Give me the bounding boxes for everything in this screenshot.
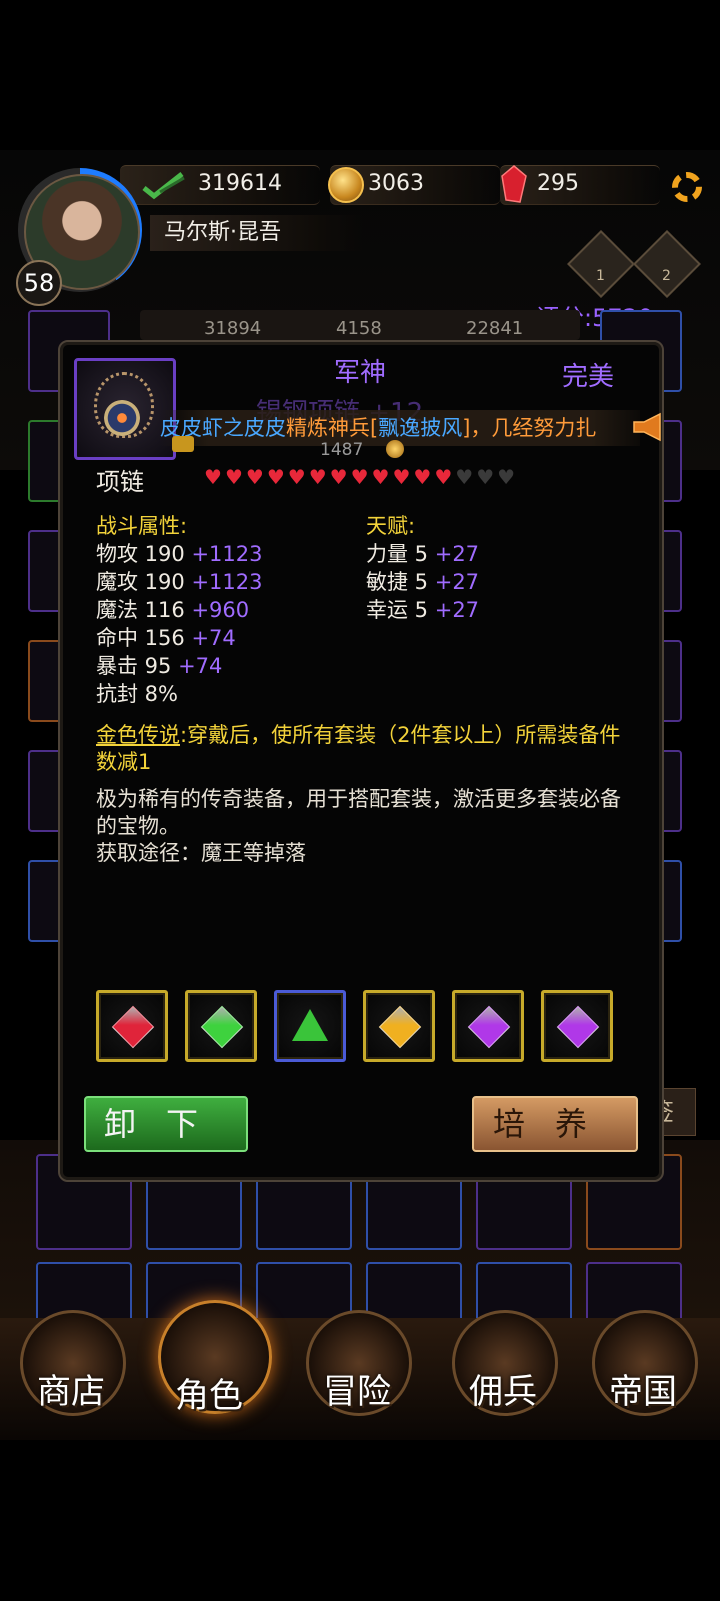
nav-label-1[interactable]: 角色 [154,1368,264,1417]
yellow-gem-icon [378,1005,422,1049]
green-gem-icon [200,1005,244,1049]
rank-badge-2-label: 2 [662,268,671,284]
enhance-hearts: ♥ ♥ ♥ ♥ ♥ ♥ ♥ ♥ ♥ ♥ ♥ ♥ ♥ ♥ ♥ [204,466,515,488]
player-level: 58 [16,260,62,306]
talent-stat-bonus: +27 [428,598,480,622]
combat-stat-row: 抗封 8% [96,680,262,708]
talent-stat-row: 敏捷 5 +27 [366,568,479,596]
heart-filled-icon: ♥ [392,465,411,489]
gem-socket[interactable] [452,990,524,1062]
gear-icon[interactable] [672,172,702,202]
talent-stat-label: 幸运 5 [366,598,429,622]
combat-stat-row: 物攻 190 +1123 [96,540,262,568]
combat-stat-bonus: +1123 [184,570,263,594]
rank-badge-1-label: 1 [596,268,605,284]
heart-filled-icon: ♥ [266,465,285,489]
heart-filled-icon: ♥ [287,465,306,489]
nav-label-2[interactable]: 冒险 [302,1364,412,1413]
item-type: 项链 [96,468,144,496]
combat-stat-label: 魔攻 190 [96,570,185,594]
combat-stat-label: 抗封 8% [96,682,178,706]
gem-socket[interactable] [185,990,257,1062]
item-source: 获取途径：魔王等掉落 [96,841,306,865]
nav-label-0[interactable]: 商店 [16,1364,126,1413]
heart-empty-icon: ♥ [497,465,516,489]
gold-coin-icon [328,167,364,203]
broadcast-item: 飘逸披风 [378,416,463,440]
talent-title: 天赋: [366,514,416,538]
sword-check-icon [140,170,186,200]
purple-gem-icon [467,1005,511,1049]
talent-stat-row: 幸运 5 +27 [366,596,479,624]
necklace-pendant-icon [104,400,140,436]
heart-filled-icon: ♥ [224,465,243,489]
green-triangle-gem-icon [292,1009,328,1041]
combat-stat-label: 魔法 116 [96,598,185,622]
power-value: 319614 [198,171,282,196]
combat-stats-list: 物攻 190 +1123 魔攻 190 +1123 魔法 116 +960 命中 15… [96,540,262,708]
heart-filled-icon: ♥ [434,465,453,489]
combat-stat-bonus: +1123 [184,542,263,566]
bg-stat-2: 4158 [336,318,382,339]
heart-filled-icon: ♥ [245,465,264,489]
talent-stat-label: 力量 5 [366,542,429,566]
gem-socket[interactable] [96,990,168,1062]
megaphone-icon [632,412,666,442]
price-coin-icon [386,440,404,458]
talent-stat-bonus: +27 [428,542,480,566]
gem-socket[interactable] [274,990,346,1062]
item-quality: 完美 [562,362,615,392]
combat-stats-title: 战斗属性: [96,514,188,538]
combat-stat-bonus: +74 [171,654,223,678]
talent-stat-label: 敏捷 5 [366,570,429,594]
legend-label: 金色传说 [96,723,180,747]
gems-value: 295 [537,171,579,196]
red-gem-icon [111,1005,155,1049]
red-gem-icon [500,164,528,204]
heart-empty-icon: ♥ [455,465,474,489]
train-button[interactable]: 培养 [472,1096,638,1152]
broadcast-tail: ]，几经努力扎 [462,416,597,440]
bg-stat-1: 31894 [204,318,262,339]
combat-stat-row: 命中 156 +74 [96,624,262,652]
gem-socket[interactable] [541,990,613,1062]
heart-filled-icon: ♥ [329,465,348,489]
player-name: 马尔斯·昆吾 [150,215,364,251]
combat-stat-bonus: +960 [184,598,250,622]
combat-stat-label: 命中 156 [96,626,185,650]
heart-filled-icon: ♥ [371,465,390,489]
unequip-button[interactable]: 卸下 [84,1096,248,1152]
gem-socket[interactable] [363,990,435,1062]
gold-value: 3063 [368,171,424,196]
lock-icon [172,436,194,452]
heart-filled-icon: ♥ [204,465,222,489]
talent-stats-list: 力量 5 +27 敏捷 5 +27 幸运 5 +27 [366,540,479,624]
combat-stat-bonus: +74 [184,626,236,650]
heart-empty-icon: ♥ [476,465,495,489]
combat-stat-row: 暴击 95 +74 [96,652,262,680]
gem-sockets [96,990,626,1062]
combat-stat-label: 暴击 95 [96,654,172,678]
purple-gem-icon [556,1005,600,1049]
combat-stat-label: 物攻 190 [96,542,185,566]
item-description-block: 极为稀有的传奇装备，用于搭配套装，激活更多套装必备的宝物。 获取途径：魔王等掉落 [96,786,632,867]
heart-filled-icon: ♥ [413,465,432,489]
talent-stat-bonus: +27 [428,570,480,594]
nav-label-3[interactable]: 佣兵 [448,1364,558,1413]
heart-filled-icon: ♥ [308,465,327,489]
item-price: 1487 [320,440,364,460]
item-description: 极为稀有的传奇装备，用于搭配套装，激活更多套装必备的宝物。 [96,787,621,838]
heart-filled-icon: ♥ [350,465,369,489]
legend-effect: 金色传说:穿戴后，使所有套装（2件套以上）所需装备件数减1 [96,722,626,776]
bg-stat-3: 22841 [466,318,524,339]
broadcast-action: 精炼神兵[ [286,416,379,440]
combat-stat-row: 魔法 116 +960 [96,596,262,624]
talent-stat-row: 力量 5 +27 [366,540,479,568]
nav-label-4[interactable]: 帝国 [588,1364,698,1413]
item-title: 军神 [333,358,386,388]
combat-stat-row: 魔攻 190 +1123 [96,568,262,596]
